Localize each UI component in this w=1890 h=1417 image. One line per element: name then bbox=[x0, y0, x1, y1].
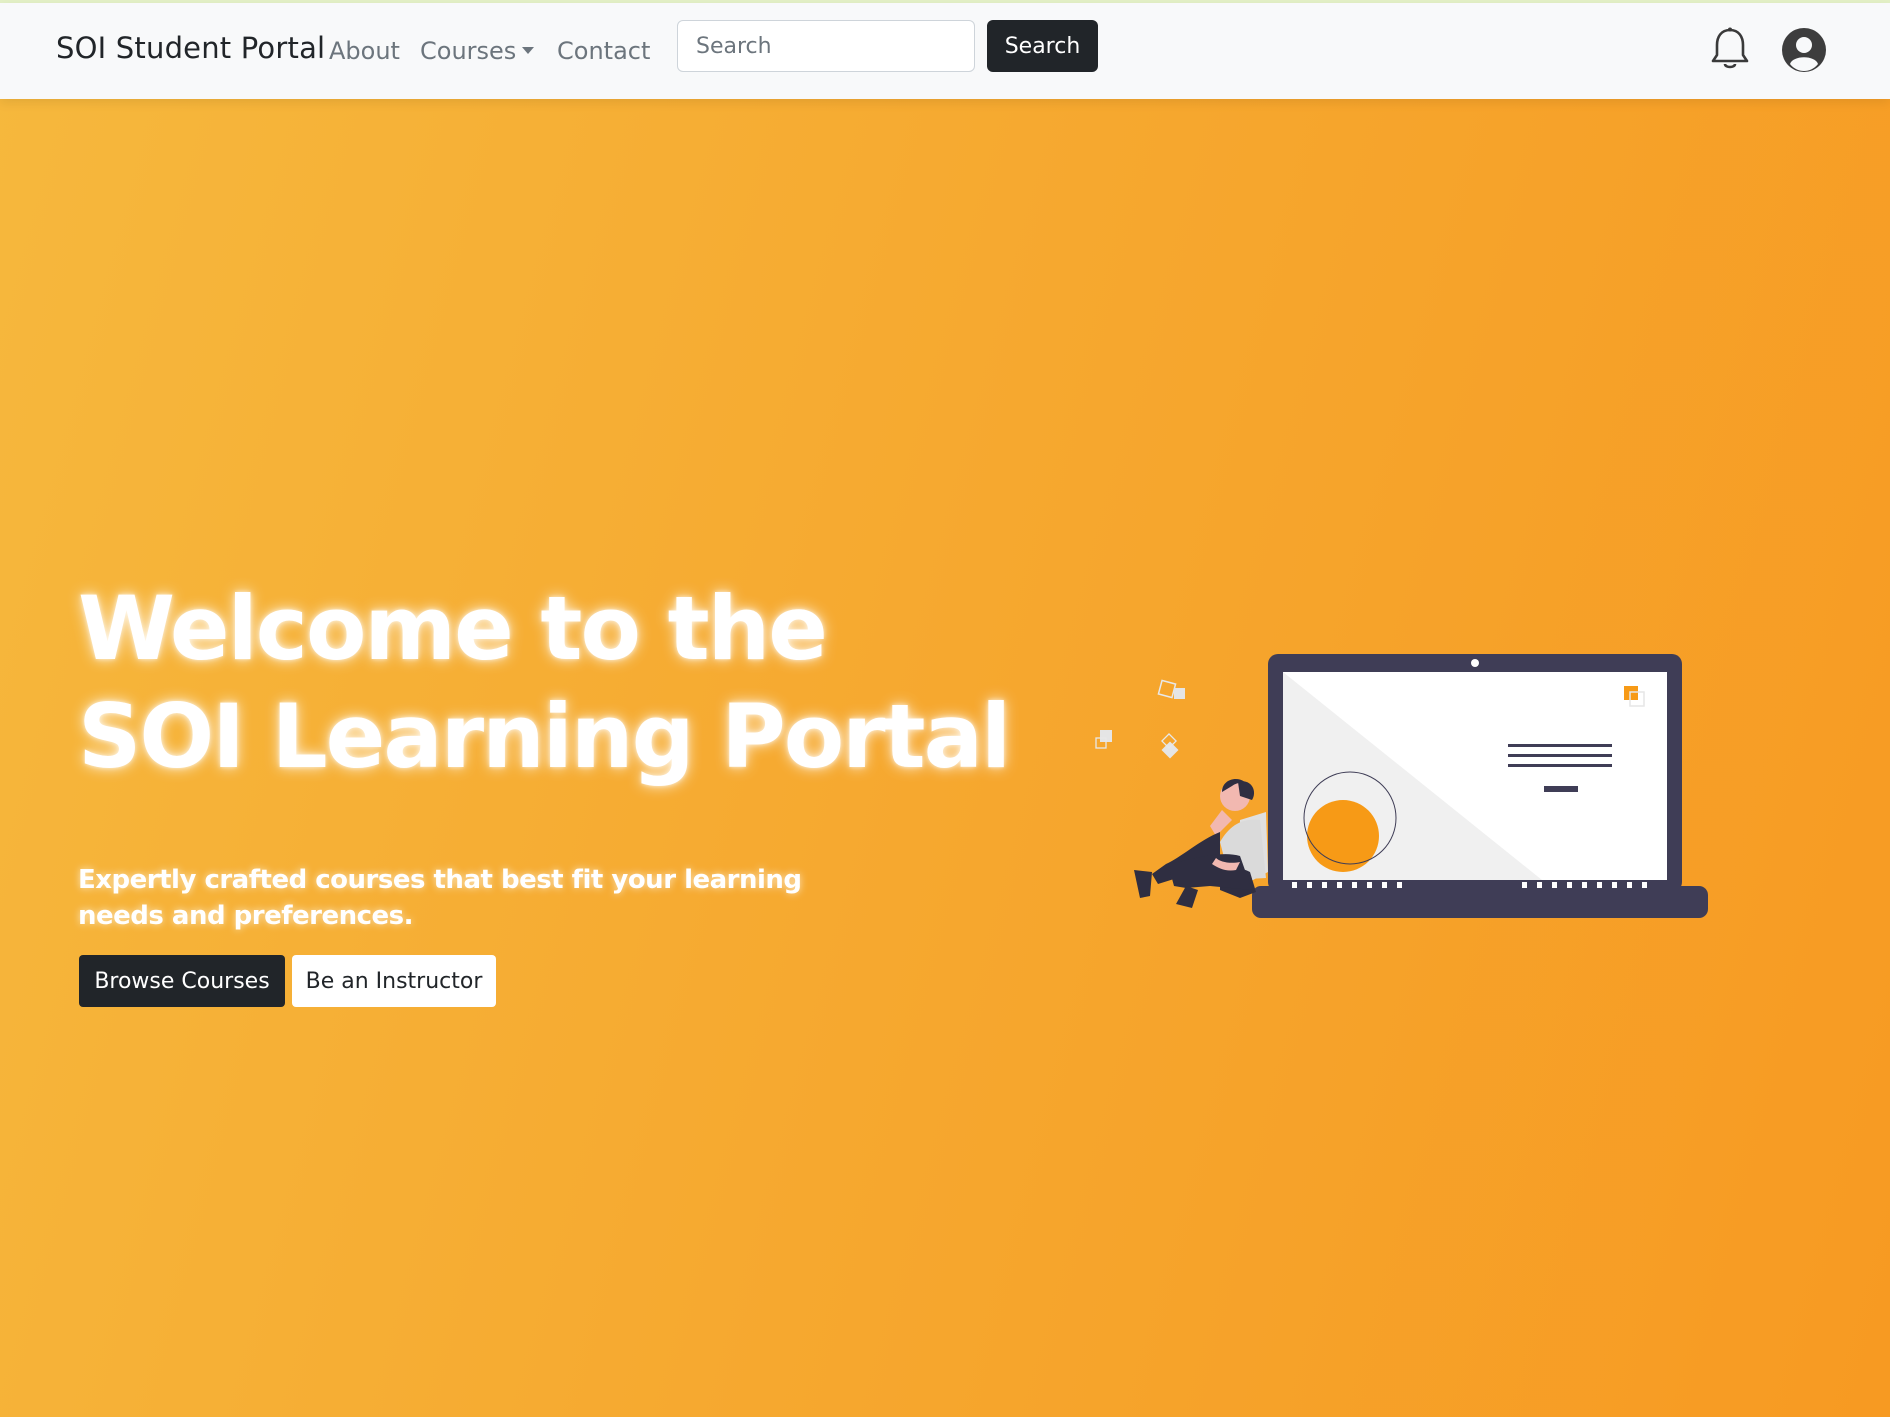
hero-illustration bbox=[1095, 654, 1708, 918]
laptop-illustration bbox=[1252, 654, 1708, 918]
nav-dropdown-courses[interactable]: Courses bbox=[420, 37, 535, 65]
caret-down-icon bbox=[522, 46, 535, 54]
floating-squares-decoration bbox=[1095, 679, 1185, 759]
hero-title: Welcome to the SOI Learning Portal bbox=[78, 575, 1011, 791]
hero-title-line1: Welcome to the bbox=[78, 577, 828, 680]
brand-logo-text[interactable]: SOI Student Portal bbox=[56, 31, 325, 65]
nav-courses-label: Courses bbox=[420, 37, 517, 65]
nav-link-contact[interactable]: Contact bbox=[557, 37, 650, 65]
browse-courses-button[interactable]: Browse Courses bbox=[79, 955, 285, 1007]
search-button[interactable]: Search bbox=[987, 20, 1098, 72]
person-illustration bbox=[1134, 778, 1268, 908]
search-input[interactable] bbox=[677, 20, 975, 72]
bell-icon[interactable] bbox=[1708, 26, 1752, 72]
nav-link-about[interactable]: About bbox=[329, 37, 400, 65]
hero-title-line2: SOI Learning Portal bbox=[78, 685, 1011, 788]
hero-subtitle: Expertly crafted courses that best fit y… bbox=[78, 865, 802, 931]
user-avatar-icon[interactable] bbox=[1781, 27, 1827, 73]
be-an-instructor-button[interactable]: Be an Instructor bbox=[292, 955, 496, 1007]
navbar: SOI Student Portal About Courses Contact… bbox=[0, 3, 1890, 99]
